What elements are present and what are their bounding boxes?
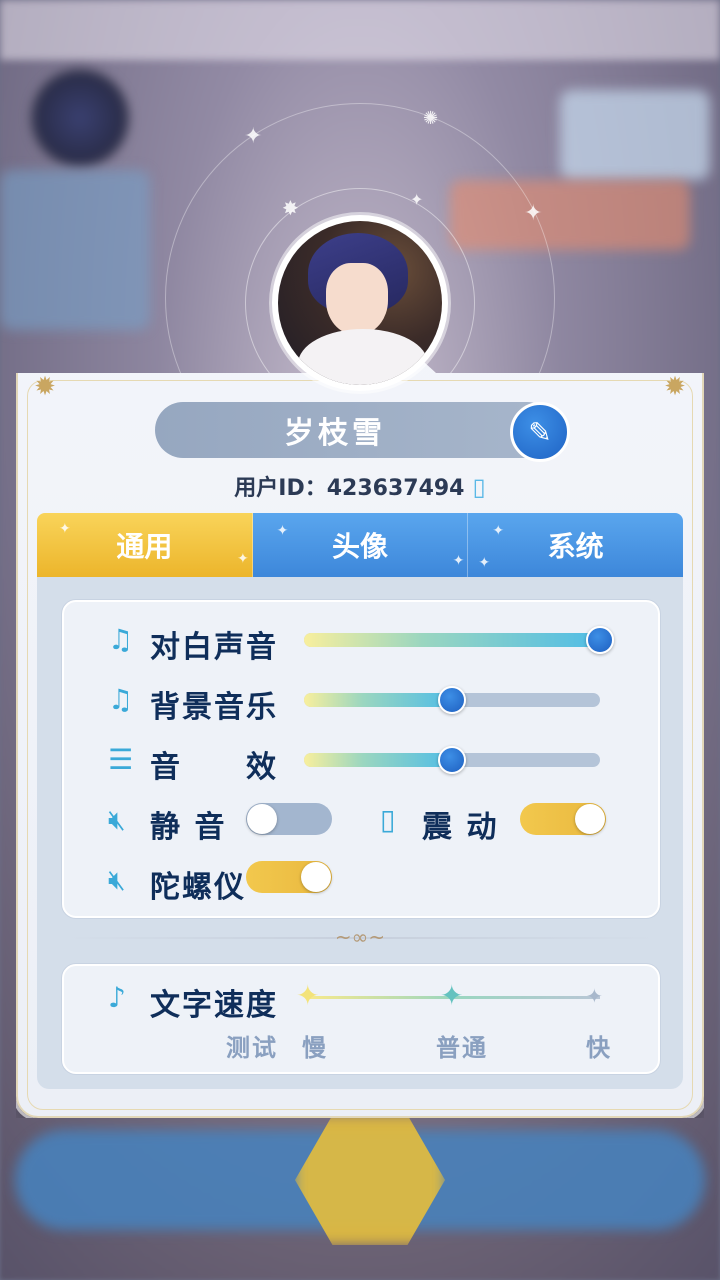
tab-bar: ✦ ✦ 通用 ✦ ✦ 头像 ✦ ✦ 系统	[37, 513, 684, 577]
background-window	[560, 90, 710, 180]
background-avatar	[30, 68, 130, 168]
voice-icon: ♫	[108, 623, 134, 656]
speed-slow-marker-icon[interactable]: ✦	[296, 982, 319, 1010]
sparkle-icon: ✸	[282, 196, 299, 220]
speed-normal-marker-icon[interactable]: ✦	[440, 982, 463, 1010]
sfx-volume-knob[interactable]	[438, 746, 466, 774]
uid-row: 用户ID：423637494 ▯	[0, 470, 720, 502]
tab-general[interactable]: ✦ ✦ 通用	[37, 513, 253, 577]
speed-slow-label: 慢	[302, 1034, 328, 1062]
speaker-mute-icon: 🔇︎	[108, 863, 126, 896]
avatar-shirt	[298, 329, 428, 385]
mute-toggle[interactable]	[246, 803, 332, 835]
music-note-icon: ♫	[108, 683, 134, 716]
avatar[interactable]	[272, 215, 448, 391]
name-bar: 岁枝雪	[155, 402, 555, 458]
sparkle-icon: ✦	[452, 553, 465, 569]
tab-label: 系统	[547, 530, 604, 563]
tab-label: 头像	[332, 530, 389, 563]
text-speed-icon: ♪	[108, 981, 126, 1014]
dialogue-volume-label: 对白声音	[150, 630, 278, 665]
phone-icon[interactable]: ▯	[473, 473, 486, 501]
toggle-knob	[247, 804, 277, 834]
speed-fast-label: 快	[586, 1034, 612, 1062]
tab-label: 通用	[116, 530, 173, 563]
speed-fast-marker-icon[interactable]: ✦	[586, 986, 603, 1006]
sparkle-icon: ✦	[410, 190, 424, 209]
dialogue-volume-fill	[304, 633, 600, 647]
sparkle-icon: ✦	[276, 523, 289, 539]
gyro-toggle[interactable]	[246, 861, 332, 893]
avatar-image	[278, 221, 442, 385]
bgm-volume-label: 背景音乐	[150, 690, 278, 725]
uid-label: 用户ID：	[234, 476, 327, 501]
text-speed-label: 文字速度	[150, 988, 278, 1023]
sparkle-icon: ✦	[59, 521, 71, 537]
tab-avatar[interactable]: ✦ ✦ 头像	[252, 513, 469, 577]
speaker-mute-icon: 🔇︎	[108, 803, 126, 836]
toggle-knob	[301, 862, 331, 892]
pencil-icon: ✎	[528, 415, 552, 449]
sparkle-icon: ✦	[244, 124, 263, 149]
toggle-knob	[575, 804, 605, 834]
gyro-label: 陀螺仪	[150, 870, 246, 905]
player-name: 岁枝雪	[284, 416, 386, 451]
vibrate-label: 震 动	[422, 810, 499, 845]
vibrate-icon: ▯	[380, 803, 396, 836]
bgm-volume-knob[interactable]	[438, 686, 466, 714]
edit-name-button[interactable]: ✎	[510, 402, 570, 462]
speed-test-button[interactable]: 测试	[226, 1028, 278, 1063]
sparkle-icon: ✦	[237, 551, 249, 567]
avatar-face	[326, 263, 388, 335]
background-topbar	[0, 0, 720, 60]
sfx-volume-label-left: 音	[150, 750, 182, 785]
sfx-volume-fill	[304, 753, 452, 767]
sparkle-icon: ✦	[524, 201, 543, 226]
flourish-ornament-icon: ~∞~	[334, 925, 386, 949]
mute-label: 静 音	[150, 810, 227, 845]
compass-ornament-icon: ✹	[34, 372, 56, 402]
equalizer-icon: ☰	[108, 743, 134, 776]
bgm-volume-fill	[304, 693, 452, 707]
compass-ornament-icon: ✹	[664, 372, 686, 402]
background-shelf	[0, 170, 150, 330]
sparkle-icon: ✦	[492, 523, 505, 539]
sfx-volume-label-right: 效	[246, 750, 278, 785]
sparkle-icon: ✦	[478, 555, 491, 571]
tab-system[interactable]: ✦ ✦ 系统	[468, 513, 684, 577]
speed-normal-label: 普通	[436, 1034, 488, 1062]
sparkle-icon: ✺	[423, 108, 439, 129]
uid-value: 423637494	[326, 476, 465, 501]
vibrate-toggle[interactable]	[520, 803, 606, 835]
dialogue-volume-knob[interactable]	[586, 626, 614, 654]
